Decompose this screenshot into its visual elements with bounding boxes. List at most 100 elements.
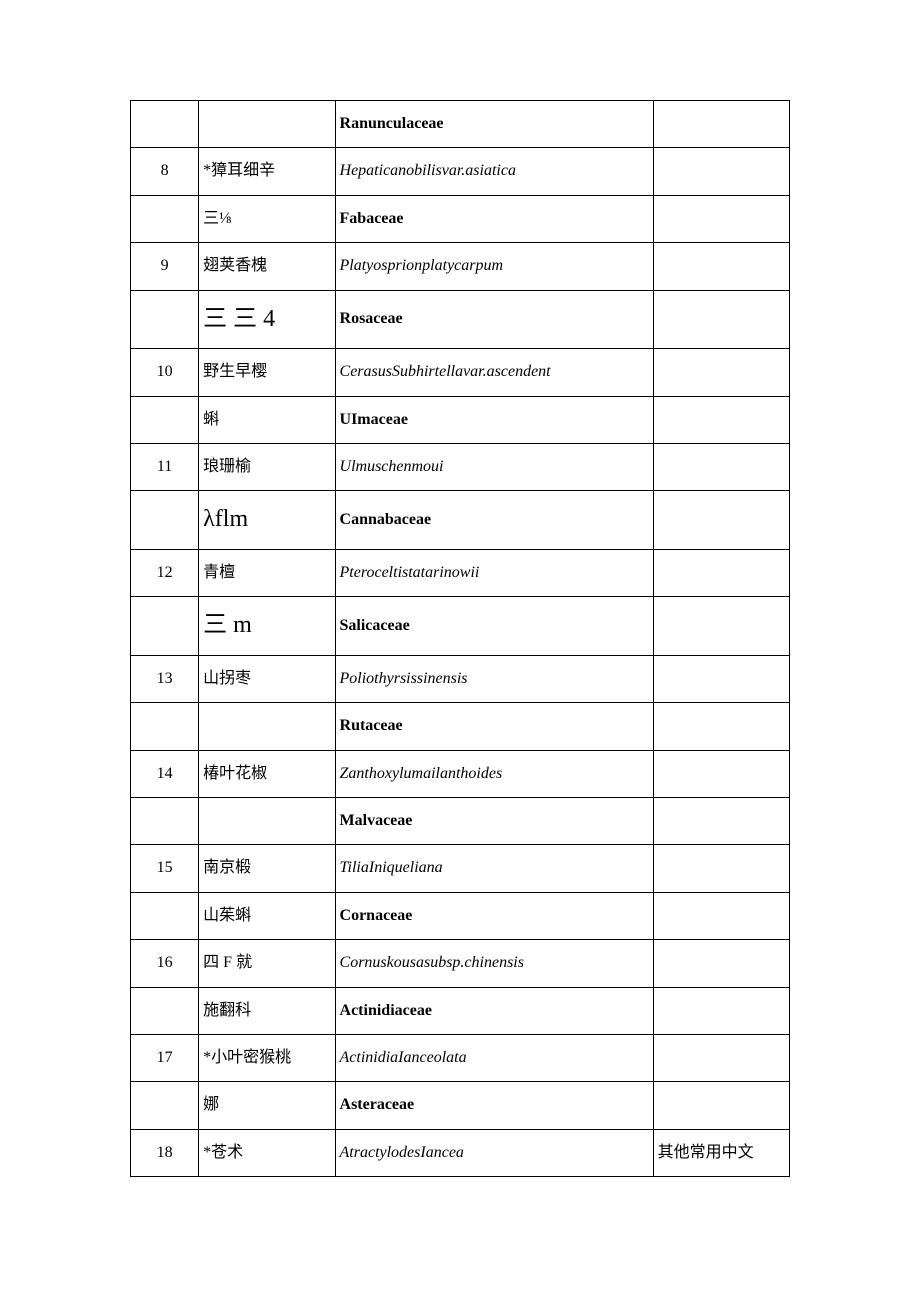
- family-latin-text: Fabaceae: [340, 210, 404, 227]
- row-number: [131, 195, 199, 242]
- latin-name: Fabaceae: [335, 195, 653, 242]
- chinese-name: *小叶密猴桃: [199, 1035, 335, 1082]
- chinese-name: 椿叶花椒: [199, 750, 335, 797]
- note: [653, 349, 789, 396]
- family-latin-text: Ranunculaceae: [340, 115, 444, 132]
- species-latin-text: ActinidiaIanceolata: [340, 1049, 467, 1066]
- table-row: 三⅛ Fabaceae: [131, 195, 790, 242]
- note: [653, 845, 789, 892]
- table-row: 15南京椴TiliaIniqueliana: [131, 845, 790, 892]
- table-row: 11琅珊榆 Ulmuschenmoui: [131, 443, 790, 490]
- note: [653, 655, 789, 702]
- row-number: 14: [131, 750, 199, 797]
- row-number: 13: [131, 655, 199, 702]
- species-latin-text: Cornuskousasubsp.chinensis: [340, 954, 524, 971]
- note: [653, 195, 789, 242]
- row-number: [131, 798, 199, 845]
- note: [653, 491, 789, 550]
- note: [653, 290, 789, 349]
- table-row: 10野生早樱CerasusSubhirtellavar.ascendent: [131, 349, 790, 396]
- chinese-name: 三⅛: [199, 195, 335, 242]
- note: [653, 1082, 789, 1129]
- latin-name: TiliaIniqueliana: [335, 845, 653, 892]
- latin-name: Asteraceae: [335, 1082, 653, 1129]
- latin-name: AtractylodesIancea: [335, 1129, 653, 1176]
- latin-name: Cornaceae: [335, 892, 653, 939]
- row-number: [131, 703, 199, 750]
- table-row: 18*苍术AtractylodesIancea其他常用中文: [131, 1129, 790, 1176]
- chinese-name: 三 m: [199, 597, 335, 656]
- latin-name: Salicaceae: [335, 597, 653, 656]
- note: [653, 101, 789, 148]
- chinese-name: 翅荚香槐: [199, 243, 335, 290]
- species-latin-text: Ulmuschenmoui: [340, 458, 444, 475]
- family-latin-text: Actinidiaceae: [340, 1002, 432, 1019]
- family-latin-text: Malvaceae: [340, 812, 413, 829]
- table-row: 施翻科Actinidiaceae: [131, 987, 790, 1034]
- family-latin-text: Rosaceae: [340, 310, 403, 327]
- latin-name: Ulmuschenmoui: [335, 443, 653, 490]
- latin-name: Hepaticanobilisvar.asiatica: [335, 148, 653, 195]
- latin-name: CerasusSubhirtellavar.ascendent: [335, 349, 653, 396]
- table-row: 三 三 4Rosaceae: [131, 290, 790, 349]
- row-number: 17: [131, 1035, 199, 1082]
- latin-name: Pteroceltistatarinowii: [335, 549, 653, 596]
- note: [653, 243, 789, 290]
- row-number: 10: [131, 349, 199, 396]
- species-latin-text: AtractylodesIancea: [340, 1144, 464, 1161]
- row-number: 11: [131, 443, 199, 490]
- row-number: 18: [131, 1129, 199, 1176]
- chinese-name: 青檀: [199, 549, 335, 596]
- note: [653, 148, 789, 195]
- species-latin-text: Platyosprionplatycarpum: [340, 257, 504, 274]
- species-latin-text: Pteroceltistatarinowii: [340, 564, 480, 581]
- species-latin-text: Hepaticanobilisvar.asiatica: [340, 162, 516, 179]
- latin-name: Platyosprionplatycarpum: [335, 243, 653, 290]
- species-table: Ranunculaceae 8*獐耳细辛 Hepaticanobilisvar.as…: [130, 100, 790, 1177]
- note: [653, 549, 789, 596]
- row-number: [131, 491, 199, 550]
- family-latin-text: Cornaceae: [340, 907, 413, 924]
- note: [653, 1035, 789, 1082]
- latin-name: Actinidiaceae: [335, 987, 653, 1034]
- latin-name: Malvaceae: [335, 798, 653, 845]
- chinese-name: *獐耳细辛: [199, 148, 335, 195]
- note: 其他常用中文: [653, 1129, 789, 1176]
- table-row: 山茱蝌 Cornaceae: [131, 892, 790, 939]
- latin-name: Ranunculaceae: [335, 101, 653, 148]
- row-number: [131, 987, 199, 1034]
- note: [653, 987, 789, 1034]
- table-row: λflmCannabaceae: [131, 491, 790, 550]
- note: [653, 940, 789, 987]
- species-latin-text: Poliothyrsissinensis: [340, 670, 468, 687]
- chinese-name: [199, 101, 335, 148]
- chinese-name: 山茱蝌: [199, 892, 335, 939]
- row-number: [131, 290, 199, 349]
- table-row: 娜Asteraceae: [131, 1082, 790, 1129]
- note: [653, 892, 789, 939]
- latin-name: UImaceae: [335, 396, 653, 443]
- table-row: 17*小叶密猴桃 ActinidiaIanceolata: [131, 1035, 790, 1082]
- family-latin-text: Asteraceae: [340, 1096, 415, 1113]
- table-row: 8*獐耳细辛 Hepaticanobilisvar.asiatica: [131, 148, 790, 195]
- row-number: [131, 396, 199, 443]
- row-number: 16: [131, 940, 199, 987]
- row-number: 15: [131, 845, 199, 892]
- row-number: [131, 892, 199, 939]
- latin-name: ActinidiaIanceolata: [335, 1035, 653, 1082]
- note: [653, 750, 789, 797]
- note: [653, 396, 789, 443]
- note: [653, 443, 789, 490]
- table-row: 13山拐枣Poliothyrsissinensis: [131, 655, 790, 702]
- species-latin-text: CerasusSubhirtellavar.ascendent: [340, 363, 551, 380]
- family-latin-text: UImaceae: [340, 411, 408, 428]
- species-latin-text: Zanthoxylumailanthoides: [340, 765, 503, 782]
- latin-name: Rutaceae: [335, 703, 653, 750]
- chinese-name: 南京椴: [199, 845, 335, 892]
- latin-name: Cannabaceae: [335, 491, 653, 550]
- chinese-name: 琅珊榆: [199, 443, 335, 490]
- note: [653, 703, 789, 750]
- family-latin-text: Rutaceae: [340, 717, 403, 734]
- note: [653, 798, 789, 845]
- row-number: 8: [131, 148, 199, 195]
